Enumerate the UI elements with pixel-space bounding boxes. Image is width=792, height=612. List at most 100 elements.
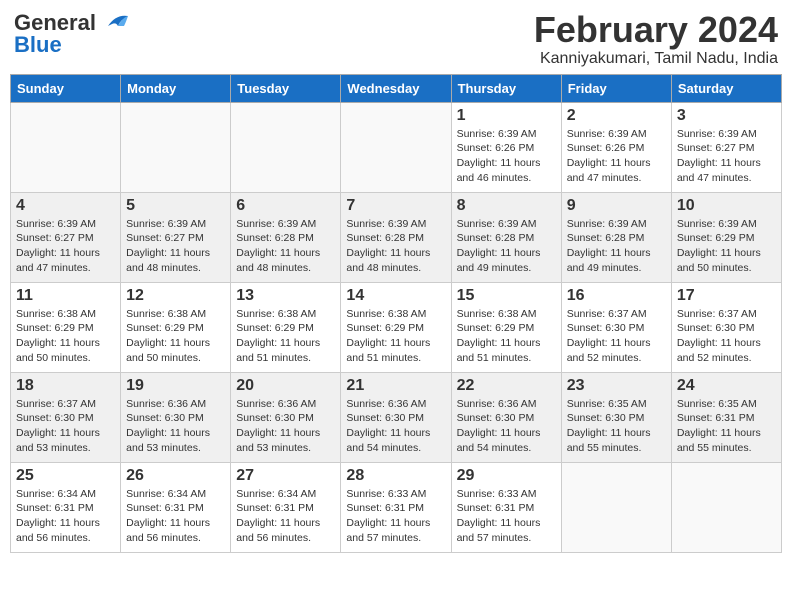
day-info: Sunrise: 6:36 AM Sunset: 6:30 PM Dayligh…: [126, 397, 225, 456]
day-number: 5: [126, 197, 225, 215]
day-number: 20: [236, 377, 335, 395]
day-info: Sunrise: 6:39 AM Sunset: 6:27 PM Dayligh…: [16, 217, 115, 276]
day-number: 2: [567, 107, 666, 125]
day-number: 26: [126, 467, 225, 485]
calendar-cell: [231, 102, 341, 192]
day-number: 19: [126, 377, 225, 395]
calendar-cell: 16 Sunrise: 6:37 AM Sunset: 6:30 PM Dayli…: [561, 282, 671, 372]
day-info: Sunrise: 6:37 AM Sunset: 6:30 PM Dayligh…: [677, 307, 776, 366]
day-info: Sunrise: 6:37 AM Sunset: 6:30 PM Dayligh…: [16, 397, 115, 456]
day-number: 3: [677, 107, 776, 125]
calendar-cell: 12 Sunrise: 6:38 AM Sunset: 6:29 PM Dayli…: [121, 282, 231, 372]
week-row-2: 4 Sunrise: 6:39 AM Sunset: 6:27 PM Daylig…: [11, 192, 782, 282]
day-info: Sunrise: 6:34 AM Sunset: 6:31 PM Dayligh…: [236, 487, 335, 546]
logo: General Blue: [14, 10, 130, 58]
calendar-cell: 27 Sunrise: 6:34 AM Sunset: 6:31 PM Dayli…: [231, 462, 341, 552]
day-number: 13: [236, 287, 335, 305]
day-info: Sunrise: 6:39 AM Sunset: 6:28 PM Dayligh…: [567, 217, 666, 276]
day-info: Sunrise: 6:39 AM Sunset: 6:27 PM Dayligh…: [677, 127, 776, 186]
day-info: Sunrise: 6:39 AM Sunset: 6:27 PM Dayligh…: [126, 217, 225, 276]
day-info: Sunrise: 6:36 AM Sunset: 6:30 PM Dayligh…: [346, 397, 445, 456]
day-number: 4: [16, 197, 115, 215]
day-number: 10: [677, 197, 776, 215]
day-info: Sunrise: 6:35 AM Sunset: 6:30 PM Dayligh…: [567, 397, 666, 456]
day-number: 24: [677, 377, 776, 395]
calendar-cell: 1Sunrise: 6:39 AM Sunset: 6:26 PM Daylig…: [451, 102, 561, 192]
day-info: Sunrise: 6:39 AM Sunset: 6:28 PM Dayligh…: [457, 217, 556, 276]
calendar-cell: 8 Sunrise: 6:39 AM Sunset: 6:28 PM Daylig…: [451, 192, 561, 282]
day-info: Sunrise: 6:38 AM Sunset: 6:29 PM Dayligh…: [346, 307, 445, 366]
day-number: 16: [567, 287, 666, 305]
day-number: 21: [346, 377, 445, 395]
day-number: 6: [236, 197, 335, 215]
day-number: 12: [126, 287, 225, 305]
day-number: 17: [677, 287, 776, 305]
week-row-4: 18Sunrise: 6:37 AM Sunset: 6:30 PM Dayli…: [11, 372, 782, 462]
day-number: 28: [346, 467, 445, 485]
weekday-header-monday: Monday: [121, 74, 231, 102]
calendar-cell: 3 Sunrise: 6:39 AM Sunset: 6:27 PM Daylig…: [671, 102, 781, 192]
day-number: 8: [457, 197, 556, 215]
calendar-cell: 21 Sunrise: 6:36 AM Sunset: 6:30 PM Dayli…: [341, 372, 451, 462]
day-info: Sunrise: 6:39 AM Sunset: 6:26 PM Dayligh…: [567, 127, 666, 186]
month-title: February 2024: [534, 10, 778, 50]
day-number: 14: [346, 287, 445, 305]
weekday-header-tuesday: Tuesday: [231, 74, 341, 102]
day-number: 23: [567, 377, 666, 395]
day-info: Sunrise: 6:34 AM Sunset: 6:31 PM Dayligh…: [126, 487, 225, 546]
calendar-cell: 9 Sunrise: 6:39 AM Sunset: 6:28 PM Daylig…: [561, 192, 671, 282]
calendar-cell: 17 Sunrise: 6:37 AM Sunset: 6:30 PM Dayli…: [671, 282, 781, 372]
day-number: 9: [567, 197, 666, 215]
day-number: 7: [346, 197, 445, 215]
weekday-header-sunday: Sunday: [11, 74, 121, 102]
calendar-cell: 22 Sunrise: 6:36 AM Sunset: 6:30 PM Dayli…: [451, 372, 561, 462]
calendar-cell: [561, 462, 671, 552]
day-info: Sunrise: 6:36 AM Sunset: 6:30 PM Dayligh…: [236, 397, 335, 456]
day-info: Sunrise: 6:33 AM Sunset: 6:31 PM Dayligh…: [346, 487, 445, 546]
calendar-cell: 4 Sunrise: 6:39 AM Sunset: 6:27 PM Daylig…: [11, 192, 121, 282]
day-info: Sunrise: 6:36 AM Sunset: 6:30 PM Dayligh…: [457, 397, 556, 456]
calendar-cell: [121, 102, 231, 192]
day-info: Sunrise: 6:33 AM Sunset: 6:31 PM Dayligh…: [457, 487, 556, 546]
day-info: Sunrise: 6:38 AM Sunset: 6:29 PM Dayligh…: [126, 307, 225, 366]
calendar-cell: 11 Sunrise: 6:38 AM Sunset: 6:29 PM Dayli…: [11, 282, 121, 372]
day-info: Sunrise: 6:39 AM Sunset: 6:26 PM Dayligh…: [457, 127, 556, 186]
calendar-cell: 5 Sunrise: 6:39 AM Sunset: 6:27 PM Daylig…: [121, 192, 231, 282]
calendar-cell: 15Sunrise: 6:38 AM Sunset: 6:29 PM Dayli…: [451, 282, 561, 372]
day-info: Sunrise: 6:38 AM Sunset: 6:29 PM Dayligh…: [236, 307, 335, 366]
day-number: 27: [236, 467, 335, 485]
weekday-header-wednesday: Wednesday: [341, 74, 451, 102]
day-number: 11: [16, 287, 115, 305]
day-info: Sunrise: 6:37 AM Sunset: 6:30 PM Dayligh…: [567, 307, 666, 366]
calendar-cell: 13 Sunrise: 6:38 AM Sunset: 6:29 PM Dayli…: [231, 282, 341, 372]
day-number: 22: [457, 377, 556, 395]
calendar-table: SundayMondayTuesdayWednesdayThursdayFrid…: [10, 74, 782, 553]
calendar-cell: 19 Sunrise: 6:36 AM Sunset: 6:30 PM Dayli…: [121, 372, 231, 462]
calendar-cell: 10 Sunrise: 6:39 AM Sunset: 6:29 PM Dayli…: [671, 192, 781, 282]
calendar-cell: 6 Sunrise: 6:39 AM Sunset: 6:28 PM Daylig…: [231, 192, 341, 282]
page-header: General Blue February 2024 Kanniyakumari…: [10, 10, 782, 68]
day-number: 29: [457, 467, 556, 485]
calendar-cell: [11, 102, 121, 192]
day-info: Sunrise: 6:38 AM Sunset: 6:29 PM Dayligh…: [457, 307, 556, 366]
week-row-5: 25 Sunrise: 6:34 AM Sunset: 6:31 PM Dayli…: [11, 462, 782, 552]
day-number: 25: [16, 467, 115, 485]
day-info: Sunrise: 6:35 AM Sunset: 6:31 PM Dayligh…: [677, 397, 776, 456]
weekday-header-friday: Friday: [561, 74, 671, 102]
header-row: SundayMondayTuesdayWednesdayThursdayFrid…: [11, 74, 782, 102]
calendar-cell: 20 Sunrise: 6:36 AM Sunset: 6:30 PM Dayli…: [231, 372, 341, 462]
day-info: Sunrise: 6:38 AM Sunset: 6:29 PM Dayligh…: [16, 307, 115, 366]
calendar-cell: 25 Sunrise: 6:34 AM Sunset: 6:31 PM Dayli…: [11, 462, 121, 552]
calendar-cell: 23 Sunrise: 6:35 AM Sunset: 6:30 PM Dayli…: [561, 372, 671, 462]
day-info: Sunrise: 6:34 AM Sunset: 6:31 PM Dayligh…: [16, 487, 115, 546]
title-section: February 2024 Kanniyakumari, Tamil Nadu,…: [534, 10, 778, 68]
day-info: Sunrise: 6:39 AM Sunset: 6:29 PM Dayligh…: [677, 217, 776, 276]
calendar-cell: 18Sunrise: 6:37 AM Sunset: 6:30 PM Dayli…: [11, 372, 121, 462]
day-info: Sunrise: 6:39 AM Sunset: 6:28 PM Dayligh…: [236, 217, 335, 276]
weekday-header-saturday: Saturday: [671, 74, 781, 102]
calendar-cell: [671, 462, 781, 552]
logo-blue: Blue: [14, 32, 62, 58]
day-info: Sunrise: 6:39 AM Sunset: 6:28 PM Dayligh…: [346, 217, 445, 276]
calendar-cell: 24 Sunrise: 6:35 AM Sunset: 6:31 PM Dayli…: [671, 372, 781, 462]
logo-bird-icon: [98, 12, 130, 34]
